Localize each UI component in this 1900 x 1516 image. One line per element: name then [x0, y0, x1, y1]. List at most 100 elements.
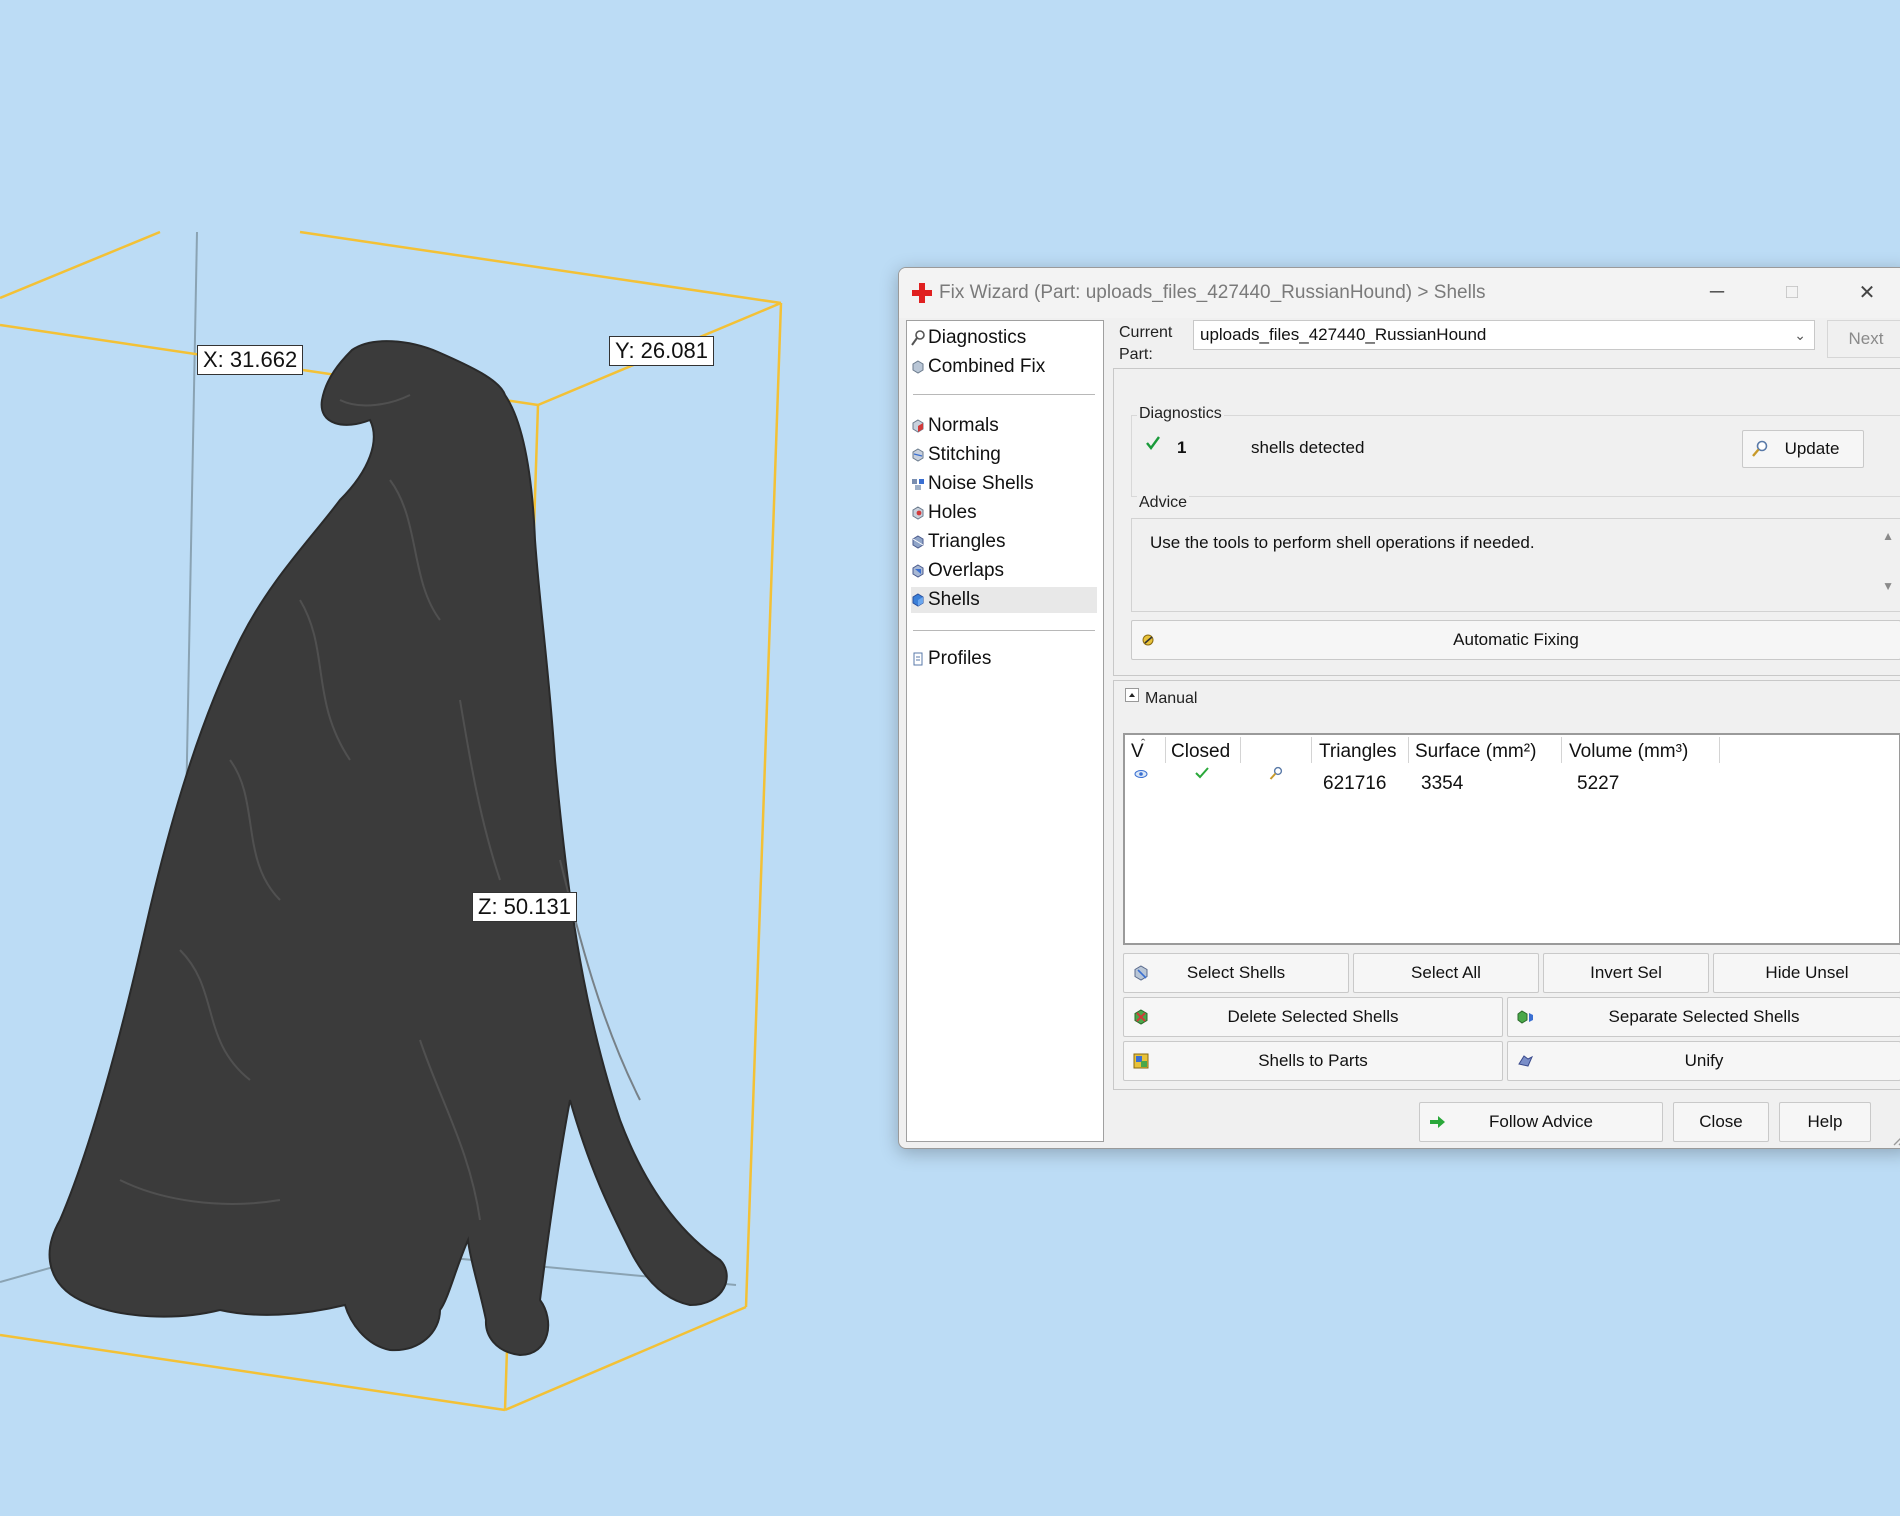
magnifier-icon: [1752, 440, 1768, 457]
invert-selection-button[interactable]: Invert Sel: [1543, 953, 1709, 993]
advice-text: Use the tools to perform shell operation…: [1150, 533, 1535, 552]
magnifier-icon: [911, 330, 925, 346]
nav-item-combined-fix[interactable]: Combined Fix: [911, 354, 1045, 380]
separate-selected-shells-button[interactable]: Separate Selected Shells: [1507, 997, 1900, 1037]
follow-advice-label: Follow Advice: [1489, 1112, 1593, 1131]
shells-icon: [912, 593, 924, 607]
separate-shells-icon: [1517, 1010, 1533, 1024]
column-header-separator: [1561, 737, 1562, 763]
nav-item-holes[interactable]: Holes: [911, 500, 977, 526]
shells-to-parts-button[interactable]: Shells to Parts: [1123, 1041, 1503, 1081]
cell-surface: 3354: [1421, 773, 1464, 794]
current-part-label: Current Part:: [1119, 324, 1173, 362]
close-button[interactable]: Close: [1673, 1102, 1769, 1142]
nav-label: Triangles: [928, 531, 1006, 552]
diagnostics-group-label: Diagnostics: [1137, 405, 1224, 423]
sort-indicator-icon: ˆ: [1141, 736, 1146, 751]
eye-icon[interactable]: [1134, 769, 1148, 779]
dimension-x-label: X: 31.662: [197, 345, 304, 375]
nav-label: Shells: [928, 589, 980, 610]
column-separator: [1719, 737, 1720, 763]
select-all-button[interactable]: Select All: [1353, 953, 1539, 993]
nav-label: Profiles: [928, 648, 992, 669]
nav-item-shells[interactable]: Shells: [911, 587, 1097, 613]
column-separator: [1311, 737, 1312, 763]
minimize-icon: ─: [1709, 280, 1725, 303]
shell-count: 1: [1177, 438, 1187, 457]
nav-label: Combined Fix: [928, 356, 1046, 377]
manual-group-label: Manual: [1145, 690, 1198, 704]
column-separator: [1240, 737, 1241, 763]
shells-table: V ˆ Closed Triangles Surface (mm²) Volum…: [1123, 733, 1900, 945]
cell-volume: 5227: [1577, 773, 1620, 794]
advice-group-label: Advice: [1137, 494, 1190, 512]
column-header-closed[interactable]: Closed: [1171, 741, 1230, 763]
triangles-icon: [912, 535, 924, 549]
nav-item-diagnostics[interactable]: Diagnostics: [911, 325, 1026, 351]
check-icon: [1146, 436, 1160, 450]
nav-item-triangles[interactable]: Triangles: [911, 529, 1005, 555]
cube-icon: [912, 360, 924, 374]
nav-divider: [913, 394, 1095, 395]
follow-advice-button[interactable]: Follow Advice: [1419, 1102, 1663, 1142]
scroll-up-icon[interactable]: ▲: [1882, 529, 1894, 543]
arrow-right-icon: [1430, 1116, 1445, 1128]
red-cross-icon: [912, 283, 932, 303]
delete-selected-shells-button[interactable]: Delete Selected Shells: [1123, 997, 1503, 1037]
close-icon: ✕: [1858, 281, 1876, 304]
stitching-icon: [912, 448, 924, 462]
delete-shells-icon: [1134, 1009, 1148, 1025]
automatic-fixing-label: Automatic Fixing: [1453, 630, 1579, 649]
maximize-button[interactable]: □: [1770, 276, 1814, 308]
dog-sculpture-model: [48, 340, 728, 1357]
nav-divider: [913, 630, 1095, 631]
resize-grip-icon[interactable]: [1889, 1130, 1900, 1146]
maximize-icon: □: [1785, 280, 1799, 303]
current-part-value: uploads_files_427440_RussianHound: [1200, 325, 1487, 344]
title-bar[interactable]: Fix Wizard (Part: uploads_files_427440_R…: [899, 268, 1900, 318]
unify-icon: [1518, 1055, 1534, 1067]
column-header-volume[interactable]: Volume (mm³): [1569, 741, 1688, 763]
wizard-nav-panel: Diagnostics Combined Fix Normals Stitchi…: [906, 320, 1104, 1142]
nav-item-normals[interactable]: Normals: [911, 413, 999, 439]
nav-label: Noise Shells: [928, 473, 1034, 494]
update-label: Update: [1784, 439, 1840, 458]
holes-icon: [912, 506, 924, 520]
unify-button[interactable]: Unify: [1507, 1041, 1900, 1081]
unify-label: Unify: [1684, 1051, 1724, 1070]
current-part-dropdown[interactable]: uploads_files_427440_RussianHound ⌄: [1193, 320, 1815, 350]
column-header-triangles[interactable]: Triangles: [1319, 741, 1396, 763]
next-button[interactable]: Next: [1827, 320, 1900, 358]
hide-unselected-button[interactable]: Hide Unsel: [1713, 953, 1900, 993]
magnifier-icon[interactable]: [1269, 766, 1283, 780]
column-separator: [1408, 737, 1409, 763]
nav-item-stitching[interactable]: Stitching: [911, 442, 1001, 468]
nav-label: Normals: [928, 415, 999, 436]
overlaps-icon: [912, 564, 924, 578]
select-shells-label: Select Shells: [1186, 963, 1286, 982]
column-separator: [1165, 737, 1166, 763]
nav-item-overlaps[interactable]: Overlaps: [911, 558, 1004, 584]
help-button[interactable]: Help: [1779, 1102, 1871, 1142]
collapse-icon[interactable]: [1125, 688, 1139, 702]
scroll-down-icon[interactable]: ▼: [1882, 579, 1894, 593]
chevron-down-icon: ⌄: [1794, 327, 1806, 343]
shells-detected-text: shells detected: [1251, 438, 1365, 457]
noise-shells-icon: [912, 479, 924, 490]
minimize-button[interactable]: ─: [1695, 276, 1739, 308]
check-icon: [1195, 767, 1209, 779]
select-shells-button[interactable]: Select Shells: [1123, 953, 1349, 993]
fix-wizard-window: Fix Wizard (Part: uploads_files_427440_R…: [898, 267, 1900, 1149]
column-header-surface[interactable]: Surface (mm²): [1415, 741, 1536, 763]
update-button[interactable]: Update: [1742, 430, 1864, 468]
close-window-button[interactable]: ✕: [1845, 276, 1889, 308]
profiles-icon: [913, 652, 923, 666]
shells-to-parts-label: Shells to Parts: [1258, 1051, 1368, 1070]
nav-label: Diagnostics: [928, 327, 1027, 348]
automatic-fixing-button[interactable]: Automatic Fixing: [1131, 620, 1900, 660]
nav-item-profiles[interactable]: Profiles: [911, 646, 991, 672]
nav-label: Stitching: [928, 444, 1001, 465]
nav-item-noise-shells[interactable]: Noise Shells: [911, 471, 1034, 497]
wand-icon: [1142, 634, 1154, 646]
dimension-z-label: Z: 50.131: [472, 892, 577, 922]
